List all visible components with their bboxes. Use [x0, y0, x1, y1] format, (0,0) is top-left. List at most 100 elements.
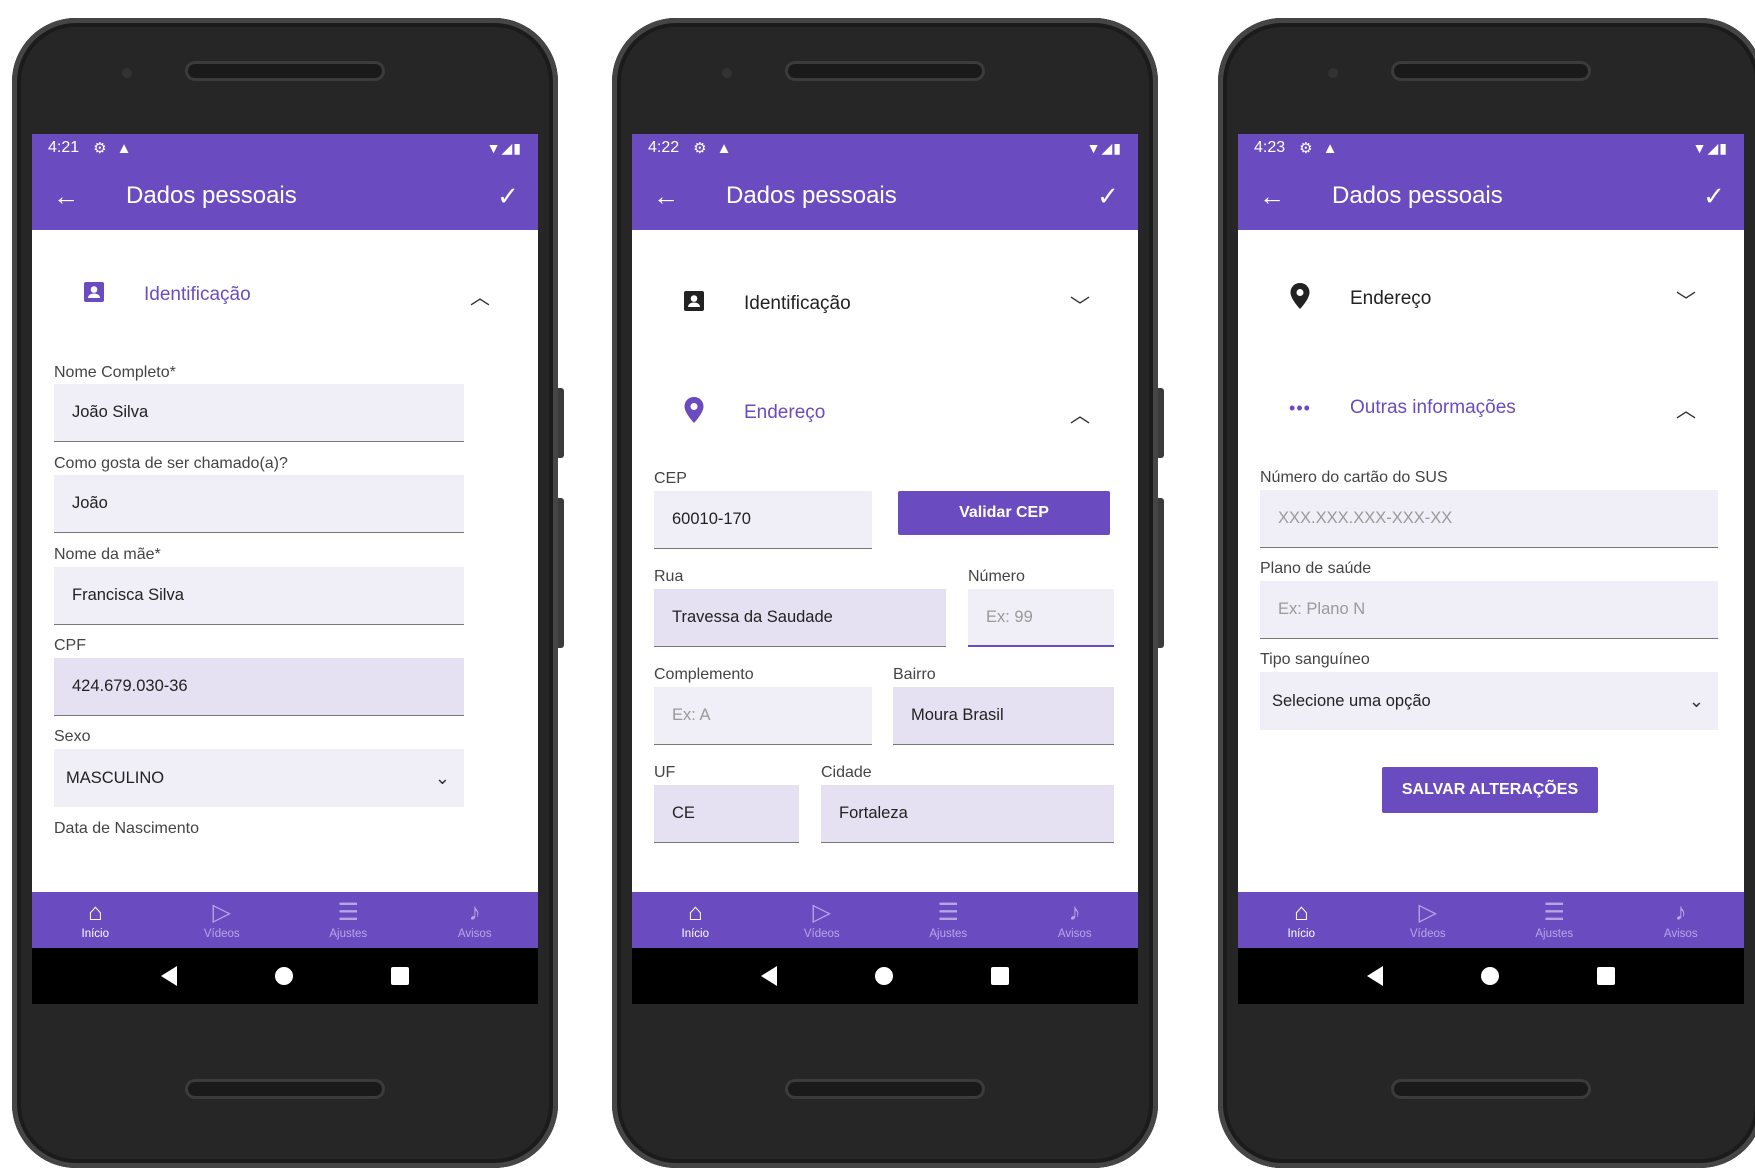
nav-ajustes[interactable]: ☰ Ajustes: [885, 892, 1012, 948]
nav-inicio[interactable]: ⌂ Início: [632, 892, 759, 948]
cpf-field[interactable]: 424.679.030-36: [54, 658, 464, 716]
nome-field[interactable]: João Silva: [54, 384, 464, 442]
nav-ajustes[interactable]: ☰ Ajustes: [1491, 892, 1618, 948]
section-identificacao[interactable]: Identificação ﹀: [632, 269, 1138, 339]
recents-square-icon[interactable]: [991, 967, 1009, 985]
nav-avisos[interactable]: ♪ Avisos: [412, 892, 539, 948]
salvar-alteracoes-button[interactable]: SALVAR ALTERAÇÕES: [1382, 767, 1598, 813]
rua-field[interactable]: Travessa da Saudade: [654, 589, 946, 647]
sexo-select[interactable]: MASCULINO ⌄: [54, 749, 464, 807]
location-pin-icon: [1286, 282, 1314, 317]
recents-square-icon[interactable]: [391, 967, 409, 985]
tipo-value: Selecione uma opção: [1272, 691, 1431, 710]
chevron-up-icon: ︿: [470, 286, 490, 309]
phone-3: 4:23 ⚙ ▲ ▼◢▮ ← Dados pessoais ✓ Endereço…: [1218, 18, 1755, 1168]
nav-label: Ajustes: [1535, 928, 1574, 940]
bell-icon: ♪: [468, 899, 481, 926]
back-triangle-icon[interactable]: [761, 966, 777, 986]
play-circle-icon: ▷: [1418, 899, 1437, 926]
location-pin-icon: [680, 396, 708, 431]
warning-status-icon: ▲: [1322, 139, 1338, 157]
home-circle-icon[interactable]: [875, 967, 893, 985]
page-title: Dados pessoais: [726, 182, 897, 209]
home-icon: ⌂: [1294, 899, 1309, 926]
section-outras[interactable]: ••• Outras informações ︿: [1238, 373, 1744, 443]
label-sexo: Sexo: [54, 728, 91, 745]
home-icon: ⌂: [688, 899, 703, 926]
front-camera: [722, 68, 732, 78]
nav-videos[interactable]: ▷ Vídeos: [1365, 892, 1492, 948]
speaker-bottom: [788, 1082, 982, 1096]
section-label: Endereço: [744, 402, 826, 423]
bairro-field[interactable]: Moura Brasil: [893, 687, 1114, 745]
chevron-down-icon: ﹀: [1676, 290, 1696, 313]
nav-inicio[interactable]: ⌂ Início: [32, 892, 159, 948]
sexo-value: MASCULINO: [66, 768, 165, 787]
label-cidade: Cidade: [821, 764, 872, 781]
nav-ajustes[interactable]: ☰ Ajustes: [285, 892, 412, 948]
bell-icon: ♪: [1674, 899, 1687, 926]
app-bar: ← Dados pessoais ✓: [1238, 162, 1744, 230]
cidade-value: Fortaleza: [839, 804, 908, 822]
complemento-field[interactable]: Ex: A: [654, 687, 872, 745]
back-arrow-icon[interactable]: ←: [36, 181, 96, 212]
uf-field[interactable]: CE: [654, 785, 799, 843]
nav-avisos[interactable]: ♪ Avisos: [1012, 892, 1139, 948]
nav-label: Início: [1287, 928, 1316, 940]
nav-inicio[interactable]: ⌂ Início: [1238, 892, 1365, 948]
form-content: Endereço ﹀ ••• Outras informações ︿ Núme…: [1238, 230, 1744, 892]
system-nav-bar: [632, 948, 1138, 1004]
phone-2: 4:22 ⚙ ▲ ▼◢▮ ← Dados pessoais ✓ Identifi…: [612, 18, 1164, 1168]
chevron-up-icon: ︿: [1676, 399, 1696, 422]
page-title: Dados pessoais: [126, 182, 297, 209]
cidade-field[interactable]: Fortaleza: [821, 785, 1114, 843]
section-identificacao[interactable]: Identificação ︿: [32, 260, 538, 330]
back-arrow-icon[interactable]: ←: [636, 181, 696, 212]
apelido-field[interactable]: João: [54, 475, 464, 533]
check-icon[interactable]: ✓: [1078, 181, 1138, 212]
nav-label: Ajustes: [929, 928, 968, 940]
cep-field[interactable]: 60010-170: [654, 491, 872, 549]
back-arrow-icon[interactable]: ←: [1242, 181, 1302, 212]
back-triangle-icon[interactable]: [1367, 966, 1383, 986]
nav-label: Vídeos: [1409, 928, 1446, 940]
status-bar: 4:21 ⚙ ▲ ▼◢▮: [32, 134, 538, 162]
speaker-top: [1394, 64, 1588, 78]
recents-square-icon[interactable]: [1597, 967, 1615, 985]
back-triangle-icon[interactable]: [161, 966, 177, 986]
warning-status-icon: ▲: [716, 139, 732, 157]
check-icon[interactable]: ✓: [478, 181, 538, 212]
label-apelido: Como gosta de ser chamado(a)?: [54, 455, 288, 472]
mae-field[interactable]: Francisca Silva: [54, 567, 464, 625]
home-icon: ⌂: [88, 899, 103, 926]
label-plano: Plano de saúde: [1260, 560, 1372, 577]
label-nome: Nome Completo*: [54, 364, 176, 381]
speaker-top: [788, 64, 982, 78]
validar-cep-button[interactable]: Validar CEP: [898, 491, 1110, 535]
home-circle-icon[interactable]: [275, 967, 293, 985]
numero-field[interactable]: Ex: 99: [968, 589, 1114, 647]
app-bar: ← Dados pessoais ✓: [632, 162, 1138, 230]
section-endereco[interactable]: Endereço ﹀: [1238, 264, 1744, 334]
rua-value: Travessa da Saudade: [672, 608, 833, 626]
app-bar: ← Dados pessoais ✓: [32, 162, 538, 230]
front-camera: [122, 68, 132, 78]
sus-field[interactable]: XXX.XXX.XXX-XXX-XX: [1260, 490, 1718, 548]
label-complemento: Complemento: [654, 666, 754, 683]
plano-field[interactable]: Ex: Plano N: [1260, 581, 1718, 639]
check-icon[interactable]: ✓: [1684, 181, 1744, 212]
section-endereco[interactable]: Endereço ︿: [632, 378, 1138, 448]
nav-videos[interactable]: ▷ Vídeos: [159, 892, 286, 948]
more-horizontal-icon: •••: [1289, 397, 1311, 418]
apelido-value: João: [72, 494, 108, 512]
home-circle-icon[interactable]: [1481, 967, 1499, 985]
uf-value: CE: [672, 804, 695, 822]
tipo-select[interactable]: Selecione uma opção ⌄: [1260, 672, 1718, 730]
bottom-nav: ⌂ Início ▷ Vídeos ☰ Ajustes ♪ Avisos: [32, 892, 538, 948]
status-time: 4:22: [648, 139, 680, 156]
nav-videos[interactable]: ▷ Vídeos: [759, 892, 886, 948]
nav-avisos[interactable]: ♪ Avisos: [1618, 892, 1745, 948]
signal-battery-icon: ▼◢▮: [1692, 139, 1728, 156]
front-camera: [1328, 68, 1338, 78]
settings-status-icon: ⚙: [693, 140, 707, 157]
